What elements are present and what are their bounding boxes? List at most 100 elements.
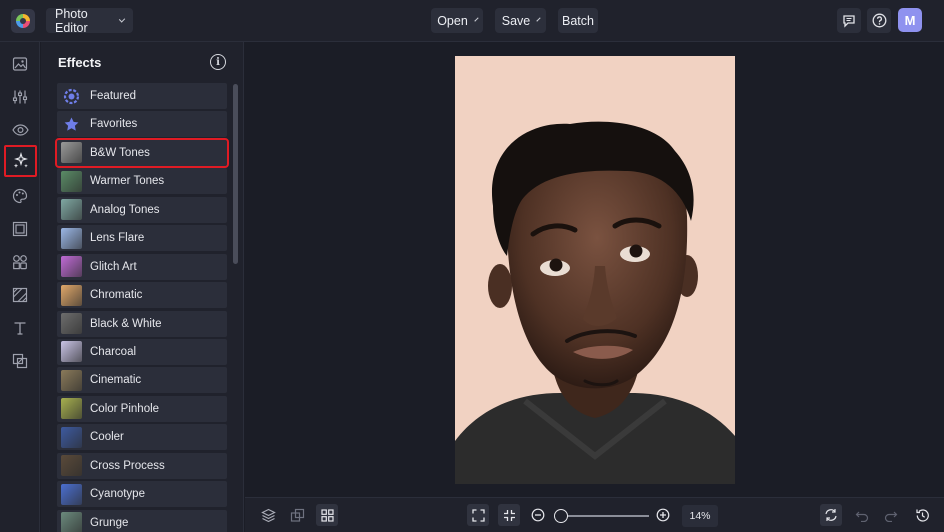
- text-icon: [14, 322, 26, 335]
- save-button[interactable]: Save: [495, 8, 546, 33]
- effect-item-charcoal[interactable]: Charcoal: [57, 338, 227, 365]
- batch-button[interactable]: Batch: [558, 8, 598, 33]
- layers-icon: [260, 508, 276, 522]
- effect-item-label: Cyanotype: [90, 488, 145, 501]
- lens-flare-thumb: [61, 227, 82, 249]
- effect-item-label: Grunge: [90, 516, 129, 529]
- effect-item-cooler[interactable]: Cooler: [57, 424, 227, 451]
- effect-item-label: Chromatic: [90, 289, 143, 302]
- analog-tones-thumb: [61, 199, 82, 221]
- effect-item-lens-flare[interactable]: Lens Flare: [57, 225, 227, 252]
- user-avatar[interactable]: M: [898, 8, 922, 32]
- effect-item-grunge[interactable]: Grunge: [57, 509, 227, 532]
- effect-item-label: B&W Tones: [90, 146, 150, 159]
- zoom-in-button[interactable]: [652, 504, 674, 526]
- expand-icon: [471, 508, 485, 522]
- textures-tool[interactable]: [9, 284, 31, 306]
- cyanotype-thumb: [61, 483, 82, 505]
- effects-tool[interactable]: [4, 145, 37, 177]
- grid-icon: [320, 508, 334, 522]
- zoom-slider-handle[interactable]: [554, 509, 568, 523]
- actual-size-button[interactable]: [498, 504, 520, 526]
- app-logo[interactable]: [11, 9, 35, 33]
- effects-panel: Effects i Featured Favorites B&W Tones Warm…: [41, 42, 244, 532]
- glitch-art-thumb: [61, 256, 82, 278]
- palette-icon: [12, 188, 28, 204]
- app-menu-label: Photo Editor: [55, 6, 88, 35]
- logo-mark-icon: [16, 14, 30, 28]
- effect-item-label: Color Pinhole: [90, 402, 160, 415]
- effect-item-label: Charcoal: [90, 345, 137, 358]
- effect-item-label: Glitch Art: [90, 260, 137, 273]
- effect-item-cinematic[interactable]: Cinematic: [57, 367, 227, 394]
- zoom-slider-track[interactable]: [561, 515, 649, 517]
- chevron-down-icon: [474, 16, 479, 22]
- compare-icon: [290, 508, 304, 522]
- frames-tool[interactable]: [9, 218, 31, 240]
- star-icon: [61, 114, 82, 135]
- help-button[interactable]: [867, 8, 891, 33]
- zoom-level[interactable]: 14%: [682, 505, 718, 527]
- history-button[interactable]: [911, 504, 933, 526]
- undo-icon: [855, 511, 869, 522]
- zoom-out-button[interactable]: [527, 504, 549, 526]
- eye-icon: [11, 124, 29, 136]
- effect-item-label: Cross Process: [90, 459, 165, 472]
- effect-item-label: Lens Flare: [90, 232, 145, 245]
- save-label: Save: [501, 13, 531, 28]
- zoom-out-icon: [531, 508, 545, 522]
- effect-item-warmer-tones[interactable]: Warmer Tones: [57, 168, 227, 195]
- batch-label: Batch: [562, 13, 594, 28]
- image-tool[interactable]: [9, 53, 31, 75]
- effect-item-chromatic[interactable]: Chromatic: [57, 282, 227, 309]
- chevron-down-icon: [536, 16, 541, 22]
- bw-tones-thumb: [61, 142, 82, 164]
- panel-scrollbar[interactable]: [233, 84, 238, 264]
- effect-item-featured[interactable]: Featured: [57, 83, 227, 109]
- black-white-thumb: [61, 313, 82, 334]
- effect-item-label: Cinematic: [90, 374, 142, 387]
- effect-item-cyanotype[interactable]: Cyanotype: [57, 481, 227, 508]
- touch-up-tool[interactable]: [9, 119, 31, 141]
- effect-item-analog-tones[interactable]: Analog Tones: [57, 196, 227, 223]
- cooler-thumb: [61, 426, 82, 448]
- effect-item-favorites[interactable]: Favorites: [57, 111, 227, 138]
- layers-button[interactable]: [257, 504, 279, 526]
- effect-item-label: Black & White: [90, 317, 162, 330]
- grid-view-button[interactable]: [316, 504, 338, 526]
- zoom-in-icon: [656, 508, 670, 522]
- app-menu-button[interactable]: Photo Editor: [46, 6, 133, 35]
- photo-preview[interactable]: [455, 56, 735, 484]
- shapes-icon: [13, 255, 27, 270]
- effect-item-black-white[interactable]: Black & White: [57, 310, 227, 337]
- chromatic-thumb: [61, 284, 82, 306]
- featured-icon: [61, 86, 82, 107]
- image-icon: [12, 57, 28, 71]
- adjust-tool[interactable]: [9, 86, 31, 108]
- overlays-tool[interactable]: [9, 350, 31, 372]
- effect-item-color-pinhole[interactable]: Color Pinhole: [57, 395, 227, 422]
- effect-item-glitch-art[interactable]: Glitch Art: [57, 253, 227, 280]
- feedback-button[interactable]: [837, 8, 861, 33]
- chevron-down-icon: [118, 15, 126, 23]
- reset-button[interactable]: [820, 504, 842, 526]
- info-icon[interactable]: i: [210, 54, 226, 70]
- fit-screen-button[interactable]: [467, 504, 489, 526]
- text-tool[interactable]: [9, 317, 31, 339]
- cross-process-thumb: [61, 455, 82, 477]
- compare-button[interactable]: [286, 504, 308, 526]
- color-pinhole-thumb: [61, 398, 82, 420]
- open-button[interactable]: Open: [431, 8, 483, 33]
- artsy-tool[interactable]: [9, 185, 31, 207]
- tool-rail: [0, 42, 40, 532]
- sparkles-icon: [13, 152, 28, 168]
- effect-item-label: Cooler: [90, 431, 124, 444]
- effect-item-b-w-tones[interactable]: B&W Tones: [55, 137, 229, 168]
- graphics-tool[interactable]: [9, 251, 31, 273]
- effect-item-cross-process[interactable]: Cross Process: [57, 452, 227, 479]
- redo-button[interactable]: [880, 504, 902, 526]
- open-label: Open: [437, 13, 468, 28]
- undo-button[interactable]: [851, 504, 873, 526]
- cinematic-thumb: [61, 369, 82, 391]
- effect-item-label: Favorites: [90, 118, 138, 131]
